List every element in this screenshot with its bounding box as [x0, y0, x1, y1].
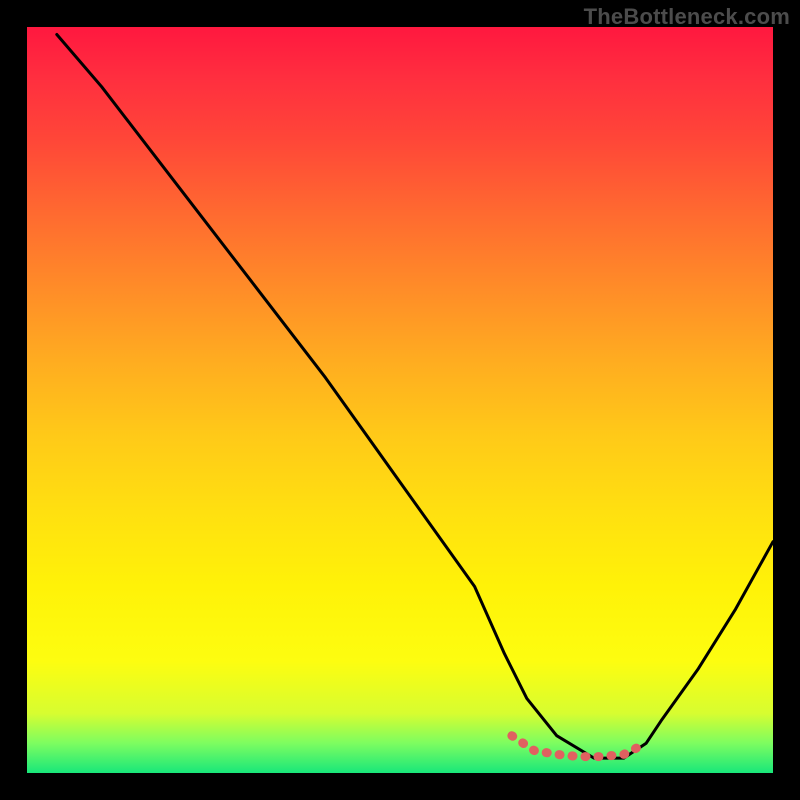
main-curve-path — [57, 35, 773, 759]
flat-marker-path — [512, 736, 646, 757]
chart-container: TheBottleneck.com — [0, 0, 800, 800]
curve-layer — [27, 27, 773, 773]
plot-area — [27, 27, 773, 773]
